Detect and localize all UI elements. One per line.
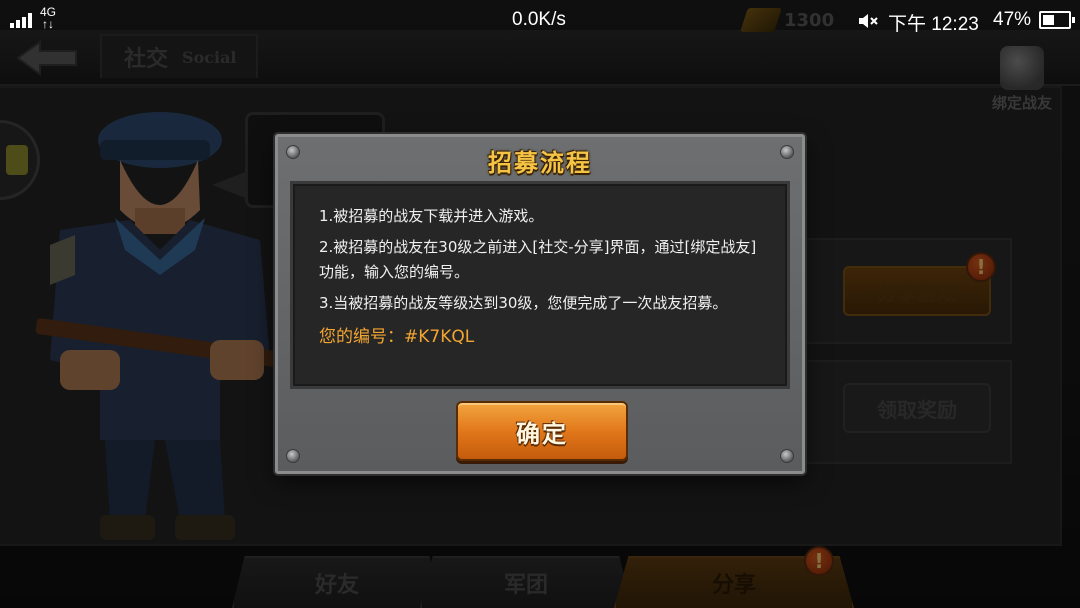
- bolt-icon: [286, 449, 300, 463]
- battery-percent: 47%: [993, 9, 1032, 30]
- battery-fill: [1043, 15, 1055, 25]
- bolt-icon: [780, 449, 794, 463]
- recruit-process-dialog: 招募流程 1.被招募的战友下载并进入游戏。 2.被招募的战友在30级之前进入[社…: [275, 134, 805, 474]
- battery-icon: [1039, 11, 1075, 29]
- signal-icon: [10, 12, 32, 28]
- network-speed: 0.0K/s: [512, 9, 566, 30]
- instruction-step: 2.被招募的战友在30级之前进入[社交-分享]界面，通过[绑定战友]功能，输入您…: [319, 238, 757, 281]
- mute-icon: [859, 14, 878, 28]
- instruction-step: 3.当被招募的战友等级达到30级，您便完成了一次战友招募。: [319, 294, 728, 312]
- your-code: 您的编号：#K7KQL: [319, 327, 475, 347]
- instruction-step: 1.被招募的战友下载并进入游戏。: [319, 207, 544, 225]
- network-type: 4G ↑↓: [40, 5, 57, 31]
- clock: 下午 12:23: [888, 14, 979, 35]
- confirm-button[interactable]: 确定: [456, 401, 628, 461]
- status-bar: 4G ↑↓ 0.0K/s 下午 12:23 47%: [0, 0, 1080, 42]
- dialog-body: 1.被招募的战友下载并进入游戏。 2.被招募的战友在30级之前进入[社交-分享]…: [290, 181, 790, 389]
- dialog-title: 招募流程: [488, 149, 592, 177]
